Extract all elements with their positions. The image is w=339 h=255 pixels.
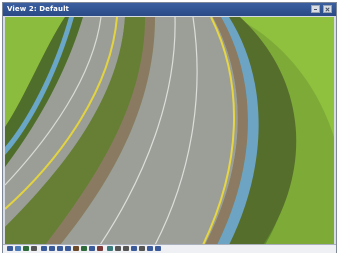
close-button[interactable]: [323, 5, 332, 13]
zoom-window-icon[interactable]: [57, 246, 63, 251]
pan-icon[interactable]: [15, 246, 21, 251]
minimize-button[interactable]: [311, 5, 320, 13]
zoom-icon[interactable]: [147, 246, 153, 251]
fly-icon[interactable]: [73, 246, 79, 251]
window-titlebar[interactable]: View 2: Default: [3, 3, 336, 16]
look-icon[interactable]: [89, 246, 95, 251]
3d-viewport[interactable]: [5, 17, 334, 245]
settings-icon[interactable]: [139, 246, 145, 251]
dropdown-icon[interactable]: [31, 246, 37, 251]
zoom-in-icon[interactable]: [41, 246, 47, 251]
section-icon[interactable]: [97, 246, 103, 251]
render-icon[interactable]: [107, 246, 113, 251]
camera-icon[interactable]: [131, 246, 137, 251]
walk-icon[interactable]: [81, 246, 87, 251]
orbit-icon[interactable]: [23, 246, 29, 251]
measure-icon[interactable]: [123, 246, 129, 251]
road-scene: [5, 17, 334, 245]
window-title: View 2: Default: [7, 5, 70, 13]
select-icon[interactable]: [115, 246, 121, 251]
zoom-extents-icon[interactable]: [65, 246, 71, 251]
search-icon[interactable]: [155, 246, 161, 251]
pointer-icon[interactable]: [7, 246, 13, 251]
zoom-out-icon[interactable]: [49, 246, 55, 251]
viewport-window: View 2: Default: [2, 2, 337, 253]
viewport-toolbar: [3, 244, 336, 253]
